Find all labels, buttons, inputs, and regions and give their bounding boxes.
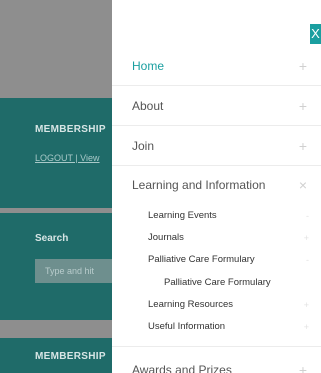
submenu-item-label: Learning Resources	[148, 299, 234, 310]
expand-icon[interactable]: +	[299, 126, 307, 166]
menu-item-label: Awards and Prizes	[132, 363, 232, 373]
collapse-icon[interactable]: ×	[299, 165, 307, 205]
submenu-item-label: Useful Information	[148, 321, 226, 332]
menu-item-label: Learning and Information	[132, 178, 266, 192]
submenu-item-label: Palliative Care Formulary	[164, 277, 271, 288]
membership-title: MEMBERSHIP	[35, 124, 106, 135]
collapse-icon[interactable]: -	[306, 249, 309, 271]
expand-icon[interactable]: +	[304, 316, 309, 338]
search-panel: Search Type and hit	[0, 213, 125, 320]
membership-links[interactable]: LOGOUT | View	[35, 153, 100, 163]
menu-item-label: About	[132, 99, 164, 113]
menu-item-learning-and-information[interactable]: Learning and Information ×	[112, 165, 321, 205]
expand-icon[interactable]: +	[299, 350, 307, 373]
submenu-item-label: Palliative Care Formulary	[148, 254, 255, 265]
close-menu-button[interactable]: X	[310, 24, 321, 44]
submenu-item-learning-resources[interactable]: Learning Resources +	[112, 294, 321, 316]
submenu-item-journals[interactable]: Journals +	[112, 227, 321, 249]
membership-panel-2: MEMBERSHIP	[0, 338, 112, 373]
search-label: Search	[35, 233, 69, 244]
membership-panel: MEMBERSHIP LOGOUT | View	[0, 98, 112, 208]
submenu-item-learning-events[interactable]: Learning Events -	[112, 205, 321, 227]
membership-title-2: MEMBERSHIP	[35, 351, 106, 362]
menu-item-home[interactable]: Home +	[112, 46, 321, 86]
menu-item-about[interactable]: About +	[112, 86, 321, 126]
menu-item-label: Join	[132, 139, 155, 153]
submenu-item-label: Learning Events	[148, 210, 217, 221]
menu-item-awards-and-prizes[interactable]: Awards and Prizes +	[112, 346, 321, 373]
expand-icon[interactable]: -	[306, 205, 309, 227]
submenu-item-useful-information[interactable]: Useful Information +	[112, 316, 321, 338]
submenu-item-label: Journals	[148, 232, 184, 243]
mobile-menu-panel: X Home + About + Join + Learning and Inf…	[112, 0, 321, 373]
expand-icon[interactable]: +	[304, 294, 309, 316]
submenu-item-palliative-care-formulary-child[interactable]: Palliative Care Formulary	[112, 272, 321, 294]
submenu-item-palliative-care-formulary[interactable]: Palliative Care Formulary -	[112, 249, 321, 271]
menu-item-join[interactable]: Join +	[112, 126, 321, 166]
menu-item-label: Home	[132, 59, 165, 73]
expand-icon[interactable]: +	[299, 86, 307, 126]
expand-icon[interactable]: +	[299, 46, 307, 86]
expand-icon[interactable]: +	[304, 227, 309, 249]
